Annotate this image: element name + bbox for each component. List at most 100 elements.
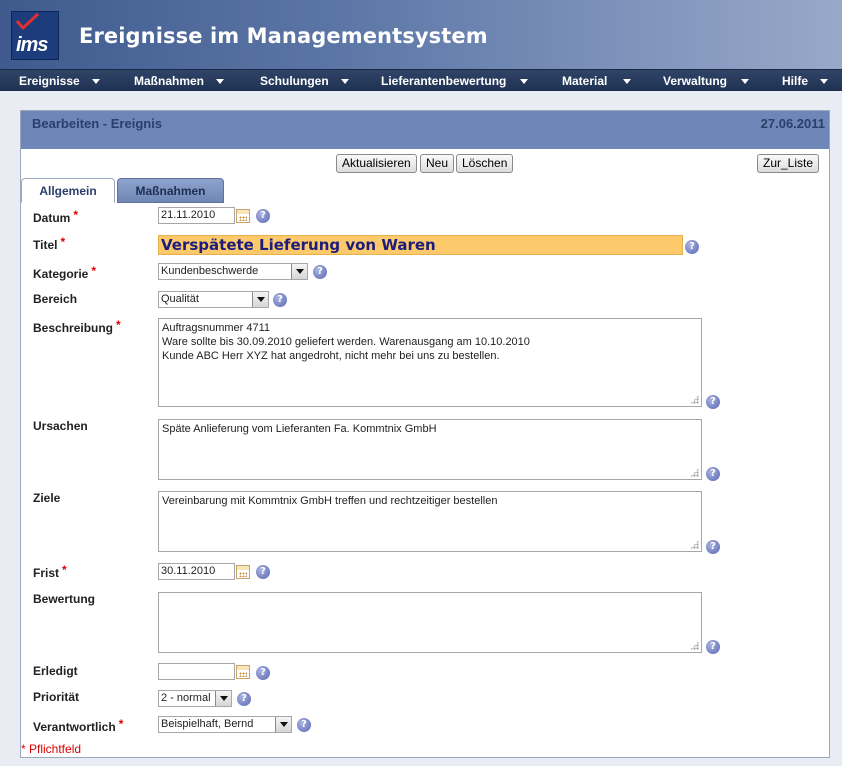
menu-lieferantenbewertung[interactable]: Lieferantenbewertung: [381, 74, 529, 88]
logo-text: ims: [16, 34, 48, 56]
logo-checkmark-icon: [15, 12, 40, 31]
select-value: Qualität: [161, 293, 199, 305]
help-icon[interactable]: ?: [273, 293, 287, 307]
text-line: Ware sollte bis 30.09.2010 geliefert wer…: [162, 336, 530, 348]
verantwortlich-select[interactable]: Beispielhaft, Bernd: [158, 716, 292, 733]
ziele-textarea[interactable]: Vereinbarung mit Kommtnix GmbH treffen u…: [158, 491, 702, 552]
bereich-select[interactable]: Qualität: [158, 291, 269, 308]
beschreibung-textarea[interactable]: Auftragsnummer 4711 Ware sollte bis 30.0…: [158, 318, 702, 407]
help-icon[interactable]: ?: [313, 265, 327, 279]
select-value: Beispielhaft, Bernd: [161, 718, 254, 730]
bereich-label: Bereich: [33, 292, 78, 306]
text-line: Kunde ABC Herr XYZ hat angedroht, nicht …: [162, 350, 500, 362]
help-icon[interactable]: ?: [706, 540, 720, 554]
delete-button[interactable]: Löschen: [456, 154, 514, 173]
menu-verwaltung[interactable]: Verwaltung: [663, 74, 750, 88]
app-title: Ereignisse im Managementsystem: [79, 24, 488, 48]
chevron-down-icon: [340, 78, 349, 84]
required-marker: *: [91, 264, 97, 278]
verantwortlich-label: Verantwortlich *: [33, 717, 123, 734]
ursachen-label: Ursachen: [33, 419, 88, 433]
tab-allgemein[interactable]: Allgemein: [21, 178, 115, 203]
ursachen-textarea[interactable]: Späte Anlieferung vom Lieferanten Fa. Ko…: [158, 419, 702, 480]
required-footnote: * Pflichtfeld: [21, 742, 82, 756]
to-list-button[interactable]: Zur_Liste: [757, 154, 820, 173]
required-marker: *: [60, 235, 66, 249]
required-marker: *: [73, 208, 79, 222]
chevron-down-icon: [216, 78, 225, 84]
erledigt-input[interactable]: [158, 663, 235, 680]
chevron-down-icon[interactable]: [275, 717, 291, 732]
prioritaet-select[interactable]: 2 - normal: [158, 690, 232, 707]
label-text: Kategorie: [33, 267, 89, 281]
menu-schulungen[interactable]: Schulungen: [260, 74, 349, 88]
menu-label: Ereignisse: [19, 74, 80, 88]
menu-massnahmen[interactable]: Maßnahmen: [134, 74, 225, 88]
text-line: Auftragsnummer 4711: [162, 322, 271, 334]
resize-grip-icon[interactable]: [690, 468, 699, 477]
bewertung-label: Bewertung: [33, 592, 96, 606]
bewertung-textarea[interactable]: [158, 592, 702, 653]
titel-label: Titel *: [33, 235, 66, 252]
kategorie-label: Kategorie *: [33, 264, 97, 281]
text-line: Vereinbarung mit Kommtnix GmbH treffen u…: [162, 495, 498, 507]
calendar-icon[interactable]: [236, 209, 250, 223]
help-icon[interactable]: ?: [297, 718, 311, 732]
menu-ereignisse[interactable]: Ereignisse: [19, 74, 100, 88]
chevron-down-icon[interactable]: [252, 292, 268, 307]
resize-grip-icon[interactable]: [690, 641, 699, 650]
titel-input[interactable]: Verspätete Lieferung von Waren: [158, 235, 683, 255]
help-icon[interactable]: ?: [706, 640, 720, 654]
help-icon[interactable]: ?: [706, 395, 720, 409]
menu-material[interactable]: Material: [562, 74, 632, 88]
prioritaet-label: Priorität: [33, 690, 80, 704]
chevron-down-icon: [741, 78, 750, 84]
frist-label: Frist *: [33, 563, 67, 580]
resize-grip-icon[interactable]: [690, 395, 699, 404]
text-line: Späte Anlieferung vom Lieferanten Fa. Ko…: [162, 423, 437, 435]
label-text: Datum: [33, 211, 71, 225]
calendar-icon[interactable]: [236, 565, 250, 579]
panel-title: Bearbeiten - Ereignis: [32, 116, 163, 131]
label-text: Beschreibung: [33, 321, 114, 335]
calendar-icon[interactable]: [236, 665, 250, 679]
help-icon[interactable]: ?: [256, 209, 270, 223]
help-icon[interactable]: ?: [237, 692, 251, 706]
help-icon[interactable]: ?: [256, 666, 270, 680]
beschreibung-label: Beschreibung *: [33, 318, 121, 335]
ziele-label: Ziele: [33, 491, 61, 505]
help-icon[interactable]: ?: [706, 467, 720, 481]
menu-label: Schulungen: [260, 74, 329, 88]
ims-logo: ims: [11, 11, 59, 60]
frist-input[interactable]: 30.11.2010: [158, 563, 235, 580]
menu-hilfe[interactable]: Hilfe: [782, 74, 829, 88]
datum-input[interactable]: 21.11.2010: [158, 207, 235, 224]
erledigt-label: Erledigt: [33, 664, 78, 678]
datum-label: Datum *: [33, 208, 79, 225]
panel-header: Bearbeiten - Ereignis 27.06.2011: [21, 111, 829, 149]
resize-grip-icon[interactable]: [690, 540, 699, 549]
chevron-down-icon: [623, 78, 632, 84]
new-button[interactable]: Neu: [420, 154, 455, 173]
kategorie-select[interactable]: Kundenbeschwerde: [158, 263, 308, 280]
tab-massnahmen[interactable]: Maßnahmen: [117, 178, 224, 203]
label-text: Frist: [33, 566, 60, 580]
menu-label: Maßnahmen: [134, 74, 205, 88]
chevron-down-icon[interactable]: [291, 264, 307, 279]
menu-label: Material: [562, 74, 608, 88]
panel-date: 27.06.2011: [760, 116, 825, 131]
help-icon[interactable]: ?: [685, 240, 699, 254]
required-marker: *: [116, 318, 121, 332]
select-value: 2 - normal: [161, 692, 211, 704]
menu-label: Lieferantenbewertung: [381, 74, 507, 88]
app-header: ims Ereignisse im Managementsystem: [0, 0, 842, 70]
required-marker: *: [62, 563, 67, 577]
select-value: Kundenbeschwerde: [161, 265, 259, 277]
update-button[interactable]: Aktualisieren: [336, 154, 417, 173]
menu-label: Hilfe: [782, 74, 809, 88]
help-icon[interactable]: ?: [256, 565, 270, 579]
chevron-down-icon: [91, 78, 100, 84]
chevron-down-icon[interactable]: [215, 691, 231, 706]
chevron-down-icon: [520, 78, 529, 84]
label-text: Titel: [33, 238, 58, 252]
